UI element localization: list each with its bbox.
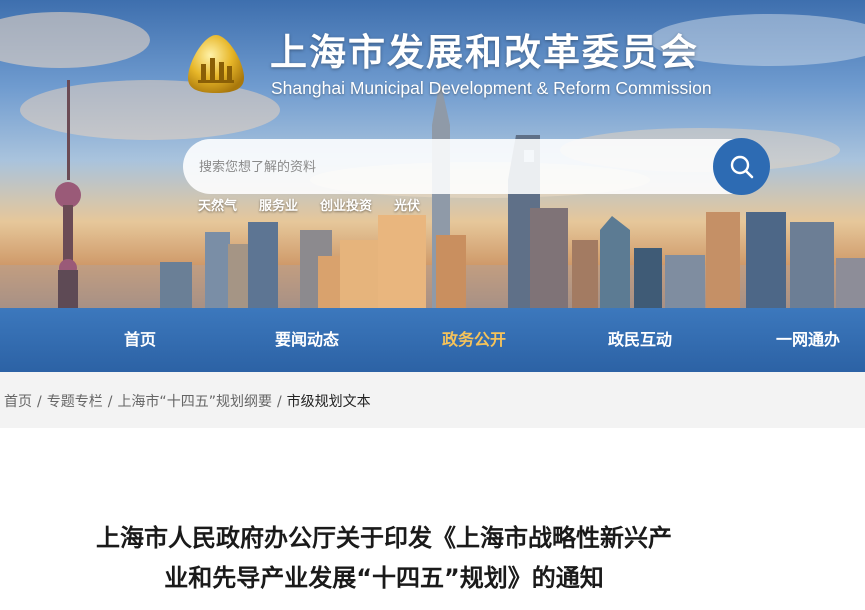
article-title: 上海市人民政府办公厅关于印发《上海市战略性新兴产 业和先导产业发展“十四五”规划… xyxy=(20,518,748,598)
breadcrumb-separator: / xyxy=(276,394,282,410)
nav-item-home[interactable]: 首页 xyxy=(124,308,156,372)
site-title: 上海市发展和改革委员会 xyxy=(270,31,699,74)
hero-banner: 上海市发展和改革委员会 Shanghai Municipal Developme… xyxy=(0,0,865,308)
breadcrumb-separator: / xyxy=(37,394,42,410)
breadcrumb: 首页 / 专题专栏 / 上海市“十四五”规划纲要 / 市级规划文本 xyxy=(4,391,371,411)
hot-keyword-link[interactable]: 创业投资 xyxy=(320,195,372,214)
article-title-line: 上海市人民政府办公厅关于印发《上海市战略性新兴产 xyxy=(96,524,672,552)
search-button[interactable] xyxy=(713,138,770,195)
commission-logo xyxy=(188,35,244,93)
hot-keyword-link[interactable]: 服务业 xyxy=(259,195,298,214)
search-input[interactable] xyxy=(199,152,699,182)
search-box xyxy=(183,139,769,194)
breadcrumb-link[interactable]: 上海市“十四五”规划纲要 xyxy=(117,394,272,410)
nav-item-news[interactable]: 要闻动态 xyxy=(275,308,339,372)
article-title-line: 业和先导产业发展“十四五”规划》的通知 xyxy=(164,564,604,592)
hot-keywords: 天然气 服务业 创业投资 光伏 xyxy=(198,195,442,215)
breadcrumb-link[interactable]: 首页 xyxy=(4,394,32,410)
breadcrumb-separator: / xyxy=(107,394,113,410)
nav-item-interaction[interactable]: 政民互动 xyxy=(608,308,672,372)
nav-item-government-affairs[interactable]: 政务公开 xyxy=(442,308,506,372)
breadcrumb-bar: 首页 / 专题专栏 / 上海市“十四五”规划纲要 / 市级规划文本 xyxy=(0,372,865,428)
site-subtitle: Shanghai Municipal Development & Reform … xyxy=(271,78,712,98)
search-icon xyxy=(730,155,753,178)
nav-item-online-services[interactable]: 一网通办 xyxy=(776,308,840,372)
hot-keyword-link[interactable]: 天然气 xyxy=(198,195,237,214)
hot-keyword-link[interactable]: 光伏 xyxy=(394,195,420,214)
breadcrumb-link[interactable]: 专题专栏 xyxy=(47,394,103,410)
breadcrumb-current[interactable]: 市级规划文本 xyxy=(287,394,371,410)
main-nav: 首页 要闻动态 政务公开 政民互动 一网通办 xyxy=(0,308,865,372)
